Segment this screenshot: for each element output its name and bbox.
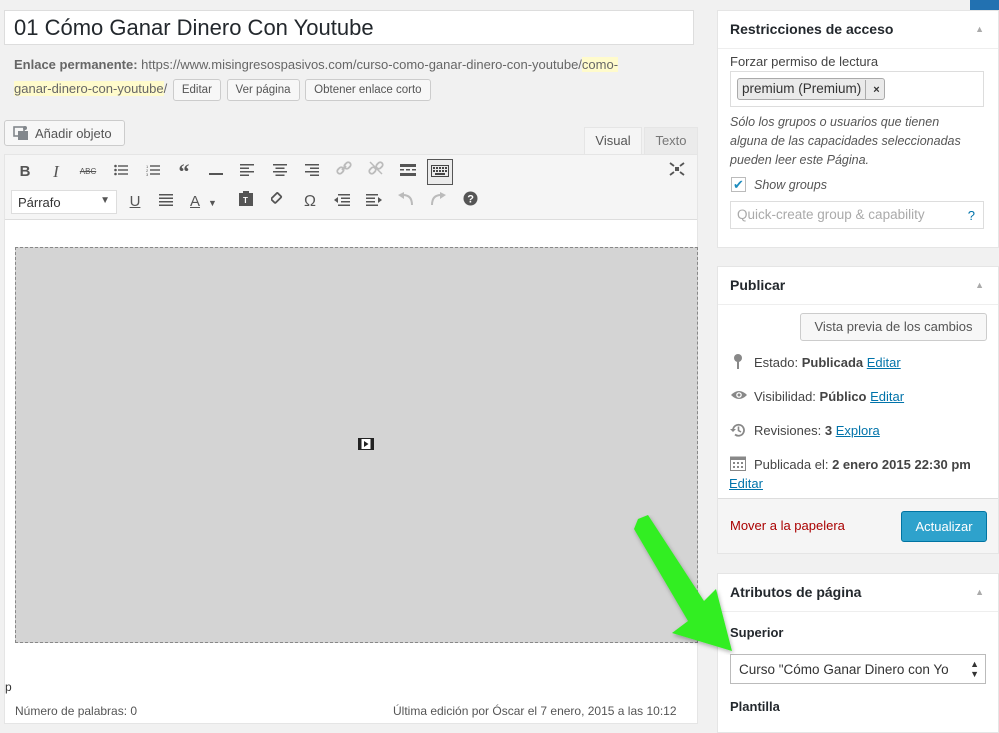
permalink-label: Enlace permanente: <box>14 57 138 72</box>
toolbar-toggle-icon[interactable] <box>427 159 453 185</box>
blockquote-icon[interactable]: “ <box>171 159 197 185</box>
view-page-button[interactable]: Ver página <box>226 78 300 101</box>
text-color-icon[interactable]: A ▼ <box>186 189 226 215</box>
add-media-button[interactable]: Añadir objeto <box>4 120 125 146</box>
select-arrows-icon: ▲ ▼ <box>970 659 979 679</box>
permalink-row: Enlace permanente: https://www.misingres… <box>14 53 694 101</box>
title-text: 01 Cómo Ganar Dinero Con Youtube <box>14 15 374 40</box>
align-left-icon[interactable] <box>234 159 260 185</box>
page-attributes-panel: Atributos de página ▲ Superior Curso "Có… <box>717 573 999 733</box>
italic-icon[interactable]: I <box>43 159 69 185</box>
show-groups-label: Show groups <box>754 178 827 192</box>
remove-chip-icon[interactable]: × <box>865 80 880 100</box>
unlink-icon[interactable] <box>363 159 389 185</box>
clear-formatting-icon[interactable] <box>265 189 291 215</box>
help-text-1: Sólo los grupos o usuarios que tienen <box>730 115 940 129</box>
help-text-3: pueden leer este Página. <box>730 153 869 167</box>
permalink-url[interactable]: https://www.misingresospasivos.com/curso… <box>141 57 619 72</box>
horizontal-line-icon[interactable] <box>203 159 229 185</box>
read-permission-label: Forzar permiso de lectura <box>730 54 879 69</box>
get-shortlink-button[interactable]: Obtener enlace corto <box>305 78 431 101</box>
align-right-icon[interactable] <box>299 159 325 185</box>
indent-icon[interactable] <box>361 189 387 215</box>
outdent-icon[interactable] <box>329 189 355 215</box>
panel-title: Atributos de página <box>730 584 862 600</box>
pin-icon <box>730 353 746 372</box>
calendar-icon <box>730 455 746 474</box>
help-icon[interactable]: ? <box>457 189 483 215</box>
collapse-icon[interactable]: ▲ <box>975 280 984 290</box>
help-text-2: alguna de las capacidades seleccionadas <box>730 134 961 148</box>
redo-icon[interactable] <box>425 189 451 215</box>
read-permission-input[interactable]: premium (Premium) × <box>730 71 984 107</box>
word-count: Número de palabras: 0 <box>15 704 138 718</box>
svg-text:3: 3 <box>146 172 149 176</box>
collapse-icon[interactable]: ▲ <box>975 24 984 34</box>
parent-select[interactable]: Curso "Cómo Ganar Dinero con Yo ▲ ▼ <box>730 654 986 684</box>
align-center-icon[interactable] <box>267 159 293 185</box>
edit-visibility-link[interactable]: Editar <box>870 389 904 404</box>
edit-date-link[interactable]: Editar <box>729 476 763 491</box>
underline-icon[interactable]: U <box>122 189 148 215</box>
bullet-list-icon[interactable] <box>108 159 134 185</box>
template-label: Plantilla <box>730 699 780 714</box>
show-groups-checkbox[interactable]: ✔ <box>731 177 746 192</box>
edit-status-link[interactable]: Editar <box>867 355 901 370</box>
quick-create-input[interactable]: Quick-create group & capability ? <box>730 201 984 229</box>
element-path: p <box>5 680 12 694</box>
tab-visual[interactable]: Visual <box>584 127 642 155</box>
collapse-icon[interactable]: ▲ <box>975 587 984 597</box>
edit-permalink-button[interactable]: Editar <box>172 78 221 101</box>
justify-icon[interactable] <box>153 189 179 215</box>
link-icon[interactable] <box>331 159 357 185</box>
explore-revisions-link[interactable]: Explora <box>836 423 880 438</box>
svg-text:T: T <box>243 196 248 205</box>
update-button[interactable]: Actualizar <box>901 511 987 542</box>
top-corner-button[interactable] <box>970 0 999 10</box>
preview-changes-button[interactable]: Vista previa de los cambios <box>800 313 987 341</box>
green-arrow-icon <box>620 515 740 658</box>
eye-icon <box>730 389 747 404</box>
fullscreen-icon[interactable] <box>664 159 690 185</box>
tab-text[interactable]: Texto <box>644 127 698 155</box>
panel-title: Publicar <box>730 277 786 293</box>
title-input[interactable]: 01 Cómo Ganar Dinero Con Youtube <box>4 10 694 45</box>
capability-chip: premium (Premium) × <box>737 78 885 100</box>
permalink-slug[interactable]: ganar-dinero-con-youtube <box>14 81 164 96</box>
move-to-trash-link[interactable]: Mover a la papelera <box>730 518 845 533</box>
panel-title: Restricciones de acceso <box>730 21 894 37</box>
media-icon <box>13 125 29 144</box>
svg-text:?: ? <box>467 194 474 206</box>
undo-icon[interactable] <box>393 189 419 215</box>
access-restrictions-panel: Restricciones de acceso ▲ Forzar permiso… <box>717 10 999 248</box>
strikethrough-icon[interactable]: ABC <box>75 159 101 185</box>
history-icon <box>730 422 746 441</box>
chevron-down-icon: ▼ <box>100 195 110 206</box>
special-character-icon[interactable]: Ω <box>297 189 323 215</box>
help-question-icon[interactable]: ? <box>968 208 975 223</box>
numbered-list-icon[interactable]: 123 <box>140 159 166 185</box>
bold-icon[interactable]: B <box>12 159 38 185</box>
format-select[interactable]: Párrafo ▼ <box>11 190 117 214</box>
last-edit-info: Última edición por Óscar el 7 enero, 201… <box>393 704 677 718</box>
embed-placeholder[interactable] <box>15 247 698 643</box>
video-icon <box>358 438 374 453</box>
publish-panel: Publicar ▲ Vista previa de los cambios E… <box>717 266 999 554</box>
read-more-icon[interactable] <box>395 159 421 185</box>
paste-as-text-icon[interactable]: T <box>233 189 259 215</box>
